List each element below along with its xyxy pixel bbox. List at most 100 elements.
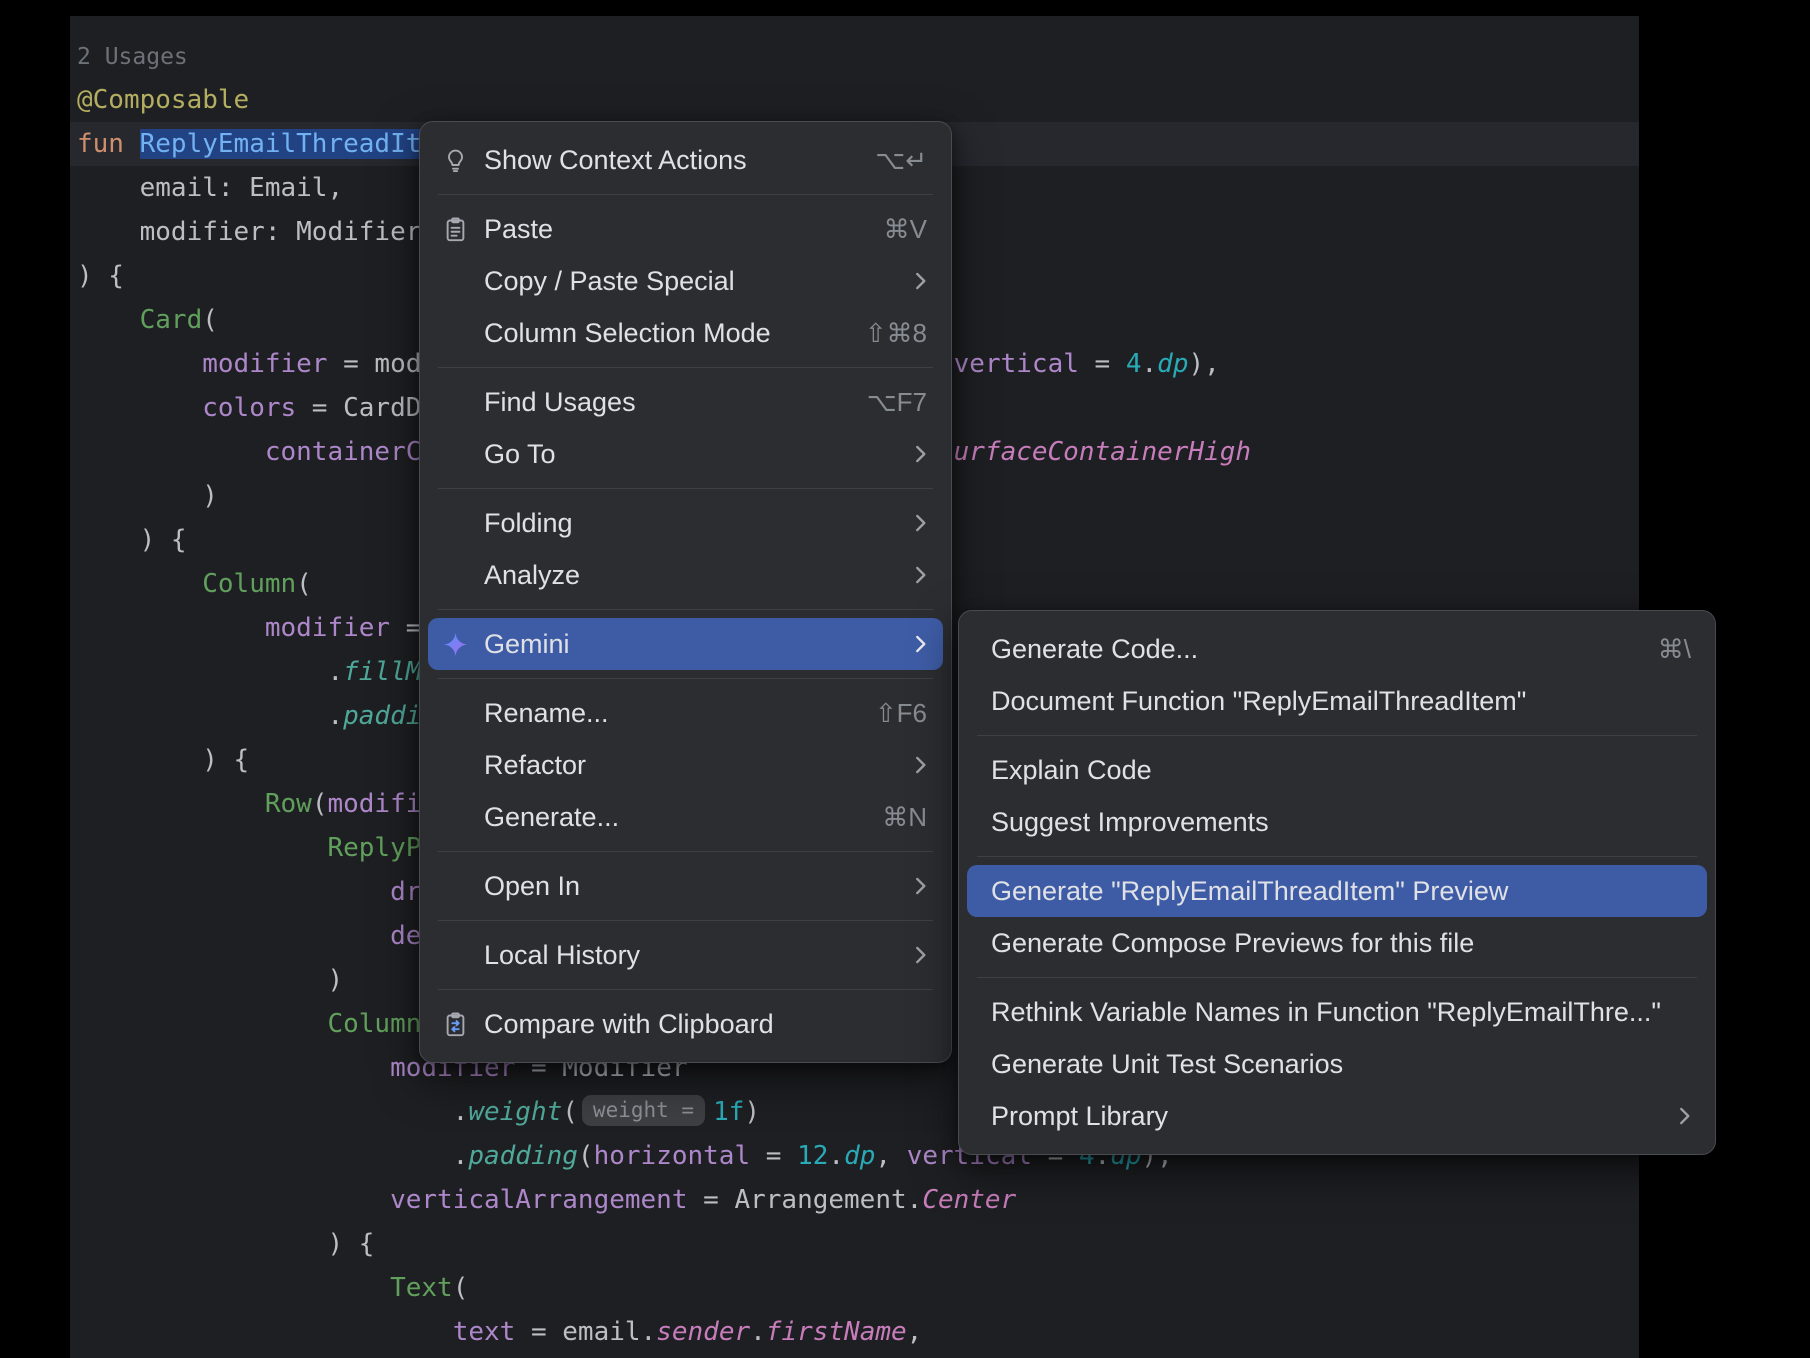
code-token: surfaceContainerHigh <box>938 437 1251 467</box>
menu-icon-placeholder <box>440 871 470 901</box>
menu-item-generate-code[interactable]: Generate Code... ⌘\ <box>967 623 1707 675</box>
code-token <box>77 569 202 599</box>
menu-item-go-to[interactable]: Go To <box>428 428 943 480</box>
code-token: ( <box>296 569 312 599</box>
selected-identifier: ReplyEmailThreadItem <box>140 129 453 159</box>
code-token: vertical <box>954 349 1079 379</box>
menu-item-rename[interactable]: Rename...⇧F6 <box>428 687 943 739</box>
menu-item-label: Generate "ReplyEmailThreadItem" Preview <box>991 876 1508 907</box>
code-token: Row <box>265 789 312 819</box>
menu-item-label: Open In <box>484 871 580 902</box>
code-token: ) { <box>77 745 249 775</box>
clipboard-paste-icon <box>440 214 470 244</box>
chevron-right-icon <box>884 633 927 655</box>
menu-separator <box>977 735 1697 736</box>
menu-item-generate[interactable]: Generate...⌘N <box>428 791 943 843</box>
code-token: sender <box>656 1317 750 1347</box>
menu-item-rethink-variable-names-in-function-replyemailthre[interactable]: Rethink Variable Names in Function "Repl… <box>967 986 1707 1038</box>
menu-item-label: Gemini <box>484 629 570 660</box>
menu-item-explain-code[interactable]: Explain Code <box>967 744 1707 796</box>
menu-item-copy-paste-special[interactable]: Copy / Paste Special <box>428 255 943 307</box>
menu-shortcut: ⌥↵ <box>835 145 927 176</box>
code-token: = <box>750 1141 797 1171</box>
menu-icon-placeholder <box>440 698 470 728</box>
menu-item-label: Go To <box>484 439 556 470</box>
menu-item-label: Rethink Variable Names in Function "Repl… <box>991 997 1661 1028</box>
menu-item-label: Generate Code... <box>991 634 1198 665</box>
code-token: fun <box>77 129 140 159</box>
code-token <box>77 921 390 951</box>
code-token: ( <box>453 1273 469 1303</box>
code-token: modifier <box>265 613 390 643</box>
lightbulb-icon <box>440 145 470 175</box>
menu-shortcut: ⇧F6 <box>835 698 927 729</box>
menu-item-compare-with-clipboard[interactable]: Compare with Clipboard <box>428 998 943 1050</box>
menu-item-label: Prompt Library <box>991 1101 1168 1132</box>
code-token: 2 Usages <box>77 44 188 70</box>
menu-item-generate-compose-previews-for-this-file[interactable]: Generate Compose Previews for this file <box>967 917 1707 969</box>
menu-separator <box>438 488 933 489</box>
menu-item-column-selection-mode[interactable]: Column Selection Mode⇧⌘8 <box>428 307 943 359</box>
menu-item-suggest-improvements[interactable]: Suggest Improvements <box>967 796 1707 848</box>
menu-item-label: Suggest Improvements <box>991 807 1269 838</box>
menu-item-analyze[interactable]: Analyze <box>428 549 943 601</box>
menu-item-refactor[interactable]: Refactor <box>428 739 943 791</box>
code-token <box>77 1317 453 1347</box>
code-token: Text <box>390 1273 453 1303</box>
code-token <box>77 437 265 467</box>
chevron-right-icon <box>884 270 927 292</box>
compare-clipboard-icon <box>440 1009 470 1039</box>
code-token: Column <box>202 569 296 599</box>
menu-icon-placeholder <box>440 318 470 348</box>
menu-item-label: Local History <box>484 940 640 971</box>
menu-item-gemini[interactable]: Gemini <box>428 618 943 670</box>
menu-icon-placeholder <box>440 560 470 590</box>
menu-separator <box>438 989 933 990</box>
menu-shortcut: ⇧⌘8 <box>825 318 927 349</box>
code-line: text = email.sender.firstName, <box>70 1310 1639 1354</box>
gemini-submenu: Generate Code... ⌘\ Document Function "Rep… <box>958 610 1716 1155</box>
code-token: firstName <box>766 1317 907 1347</box>
menu-separator <box>438 194 933 195</box>
menu-item-folding[interactable]: Folding <box>428 497 943 549</box>
chevron-right-icon <box>884 754 927 776</box>
code-token: ( <box>578 1141 594 1171</box>
menu-item-local-history[interactable]: Local History <box>428 929 943 981</box>
code-token <box>77 1053 390 1083</box>
code-token: Column <box>327 1009 421 1039</box>
menu-separator <box>438 609 933 610</box>
code-token: email: Email, <box>77 173 343 203</box>
menu-separator <box>438 920 933 921</box>
code-token <box>77 613 265 643</box>
menu-item-find-usages[interactable]: Find Usages⌥F7 <box>428 376 943 428</box>
context-menu: Show Context Actions⌥↵ Paste⌘VCopy / Past… <box>419 121 952 1063</box>
menu-item-label: Explain Code <box>991 755 1152 786</box>
code-token: ) { <box>77 525 187 555</box>
code-token <box>77 305 140 335</box>
code-token: . <box>828 1141 844 1171</box>
code-token: dp <box>844 1141 875 1171</box>
code-token: . <box>77 701 343 731</box>
menu-icon-placeholder <box>440 508 470 538</box>
code-token: ( <box>202 305 218 335</box>
menu-item-generate-replyemailthreaditem-preview[interactable]: Generate "ReplyEmailThreadItem" Preview <box>967 865 1707 917</box>
menu-item-document-function-replyemailthreaditem[interactable]: Document Function "ReplyEmailThreadItem" <box>967 675 1707 727</box>
menu-icon-placeholder <box>440 940 470 970</box>
menu-item-label: Folding <box>484 508 573 539</box>
code-token: 1f <box>713 1097 744 1127</box>
menu-item-show-context-actions[interactable]: Show Context Actions⌥↵ <box>428 134 943 186</box>
menu-item-generate-unit-test-scenarios[interactable]: Generate Unit Test Scenarios <box>967 1038 1707 1090</box>
code-token: ( <box>312 789 328 819</box>
code-token <box>77 877 390 907</box>
code-token: ) <box>77 965 343 995</box>
menu-item-open-in[interactable]: Open In <box>428 860 943 912</box>
menu-shortcut: ⌘\ <box>1618 634 1691 665</box>
menu-item-label: Compare with Clipboard <box>484 1009 774 1040</box>
chevron-right-icon <box>1648 1105 1691 1127</box>
inlay-hint-chip: weight = <box>582 1095 705 1126</box>
code-token: = <box>1079 349 1126 379</box>
code-token: 4 <box>1126 349 1142 379</box>
code-token: . <box>77 1097 468 1127</box>
menu-item-prompt-library[interactable]: Prompt Library <box>967 1090 1707 1142</box>
menu-item-paste[interactable]: Paste⌘V <box>428 203 943 255</box>
